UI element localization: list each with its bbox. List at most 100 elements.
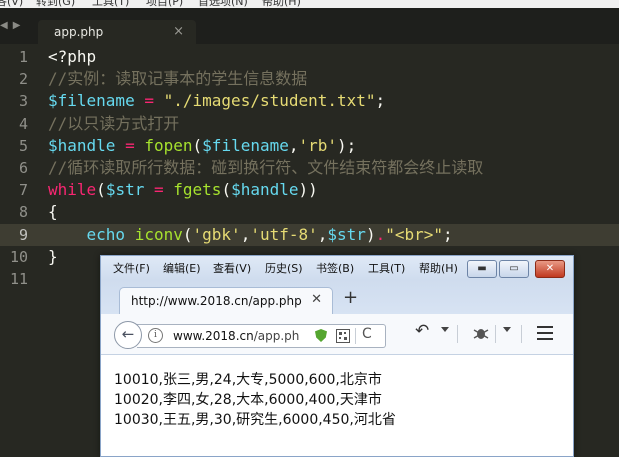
code-token: 'gbk'	[192, 224, 241, 244]
shield-icon[interactable]	[315, 329, 327, 342]
code-token: )	[365, 224, 376, 244]
code-token: //循环读取所行数据：碰到换行符、文件结束符都会终止读取	[48, 157, 484, 177]
line-number: 11	[9, 269, 28, 288]
code-line[interactable]: 1 <?php	[0, 46, 619, 68]
tab-close-icon[interactable]: ×	[173, 24, 184, 39]
code-token: fopen	[144, 135, 193, 155]
undo-icon[interactable]: ↶	[415, 321, 429, 341]
bug-icon[interactable]	[473, 326, 489, 340]
browser-tab[interactable]: http://www.2018.cn/app.php ✕	[119, 287, 333, 315]
code-token: $filename	[202, 135, 289, 155]
tab-app-php[interactable]: app.php ×	[38, 20, 196, 44]
menu-item-tools[interactable]: 工具(T)	[92, 0, 129, 8]
browser-menu-help[interactable]: 帮助(H)	[419, 260, 458, 276]
code-line[interactable]: 3 $filename = "./images/student.txt";	[0, 90, 619, 112]
code-token: $filename	[48, 91, 135, 111]
menu-icon[interactable]	[537, 326, 553, 340]
code-token: $handle	[231, 180, 299, 200]
code-text: while($str = fgets($handle))	[48, 179, 318, 201]
back-button[interactable]: ←	[114, 321, 142, 349]
editor-menubar: 各(V) 转到(G) 工具(T) 项目(P) 首选项(N) 帮助(H)	[0, 0, 619, 8]
line-number: 10	[9, 247, 28, 266]
maximize-button[interactable]: ▭	[499, 260, 529, 278]
code-token: ,	[240, 224, 251, 244]
browser-tab-title: http://www.2018.cn/app.php	[131, 294, 302, 308]
code-line[interactable]: 9 echo iconv('gbk','utf-8',$str)."<br>";	[0, 223, 619, 246]
code-line[interactable]: 5 $handle = fopen($filename,'rb');	[0, 135, 619, 157]
browser-menu-tools[interactable]: 工具(T)	[368, 260, 405, 276]
line-number: 8	[18, 203, 28, 222]
code-line[interactable]: 7 while($str = fgets($handle))	[0, 179, 619, 201]
editor-tabbar: ◀ ▶ app.php ×	[0, 8, 619, 44]
code-token: (	[182, 224, 193, 244]
code-line[interactable]: 2 //实例：读取记事本的学生信息数据	[0, 68, 619, 90]
code-line[interactable]: 6 //循环读取所行数据：碰到换行符、文件结束符都会终止读取	[0, 157, 619, 179]
browser-menu-edit[interactable]: 编辑(E)	[163, 260, 201, 276]
tools-dropdown-icon[interactable]	[503, 327, 511, 332]
line-number: 5	[18, 136, 28, 155]
tab-scroll-right-icon[interactable]: ▶	[13, 20, 21, 31]
code-token: 'rb'	[298, 135, 338, 155]
qr-code-icon[interactable]	[336, 329, 350, 343]
browser-menubar: 文件(F) 编辑(E) 查看(V) 历史(S) 书签(B) 工具(T) 帮助(H…	[101, 256, 573, 280]
code-token: echo	[86, 224, 126, 244]
browser-menu-bookmarks[interactable]: 书签(B)	[316, 260, 354, 276]
code-token: 'utf-8'	[250, 224, 318, 244]
code-token: =	[125, 135, 135, 155]
code-token: //以只读方式打开	[48, 113, 180, 133]
site-info-icon[interactable]: i	[148, 328, 163, 343]
tab-title: app.php	[54, 25, 104, 39]
browser-window: 文件(F) 编辑(E) 查看(V) 历史(S) 书签(B) 工具(T) 帮助(H…	[100, 255, 574, 457]
close-window-button[interactable]: ✕	[535, 260, 565, 278]
new-tab-button[interactable]: +	[343, 287, 358, 308]
url-host: www.2018.cn	[173, 329, 254, 343]
menu-item-view[interactable]: 各(V)	[0, 0, 23, 8]
line-number: 2	[18, 70, 28, 89]
minimize-button[interactable]: ▬	[467, 260, 497, 278]
code-token: {	[48, 202, 58, 222]
toolbar-divider	[495, 325, 496, 343]
line-number: 3	[18, 92, 28, 111]
url-text[interactable]: www.2018.cn/app.php	[173, 329, 299, 343]
code-token: "./images/student.txt"	[163, 91, 376, 111]
browser-tab-close-icon[interactable]: ✕	[311, 292, 322, 307]
browser-menu-file[interactable]: 文件(F)	[113, 260, 150, 276]
line-number: 1	[18, 48, 28, 66]
code-token: ;	[375, 91, 386, 111]
code-line[interactable]: 8{	[0, 201, 619, 223]
code-text: //实例：读取记事本的学生信息数据	[48, 68, 307, 90]
toolbar-divider	[521, 325, 522, 343]
line-number: 6	[18, 158, 28, 177]
code-token: .	[375, 224, 386, 244]
code-token: (	[221, 180, 232, 200]
code-token: $handle	[48, 135, 116, 155]
menu-item-preferences[interactable]: 首选项(N)	[198, 0, 248, 8]
reload-icon[interactable]: C	[362, 326, 372, 342]
browser-menu-view[interactable]: 查看(V)	[213, 260, 251, 276]
code-token: }	[48, 246, 58, 266]
url-bar[interactable]: i www.2018.cn/app.php C	[137, 324, 386, 348]
code-token: =	[144, 91, 154, 111]
menu-item-help[interactable]: 帮助(H)	[262, 0, 301, 8]
browser-menu-history[interactable]: 历史(S)	[265, 260, 303, 276]
code-token: );	[337, 135, 357, 155]
code-line[interactable]: 4 //以只读方式打开	[0, 113, 619, 135]
menu-item-goto[interactable]: 转到(G)	[36, 0, 75, 8]
code-token: (	[192, 135, 203, 155]
menu-item-project[interactable]: 项目(P)	[146, 0, 183, 8]
code-editor[interactable]: 1 <?php 2 //实例：读取记事本的学生信息数据 3 $filename = "./…	[0, 46, 619, 290]
code-token: "<br>"	[385, 224, 444, 244]
code-token: ,	[317, 224, 328, 244]
code-text: $filename = "./images/student.txt";	[48, 90, 385, 112]
line-number: 4	[18, 114, 28, 133]
undo-dropdown-icon[interactable]	[441, 327, 449, 332]
code-token: <?php	[48, 47, 97, 66]
code-token: fgets	[173, 180, 222, 200]
code-token: ))	[298, 180, 318, 200]
code-token: //实例：读取记事本的学生信息数据	[48, 69, 308, 89]
tab-scroll-left-icon[interactable]: ◀	[0, 20, 8, 31]
